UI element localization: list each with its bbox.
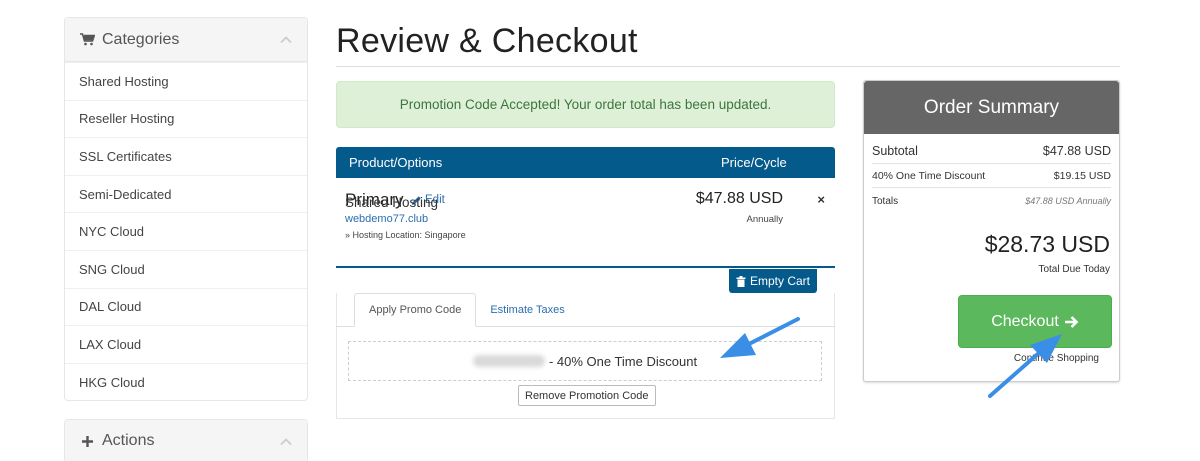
promo-discount-text: - 40% One Time Discount (548, 353, 698, 369)
trash-icon (736, 275, 746, 287)
continue-shopping-link[interactable]: Continue Shopping (1014, 353, 1099, 364)
category-dal-cloud[interactable]: DAL Cloud (65, 287, 307, 326)
item-product: Shared Hosting (345, 195, 439, 210)
totals-label: Totals (872, 195, 899, 207)
tab-estimate-taxes[interactable]: Estimate Taxes (476, 293, 578, 327)
total-due-label: Total Due Today (1038, 264, 1110, 275)
shopping-cart-icon (79, 32, 95, 48)
title-divider (336, 66, 1120, 67)
category-hkg-cloud[interactable]: HKG Cloud (65, 362, 307, 401)
chevron-up-icon[interactable] (279, 33, 293, 47)
arrow-right-icon (1064, 315, 1079, 328)
page-title: Review & Checkout (336, 22, 638, 60)
actions-title: Actions (102, 432, 155, 450)
totals-value: $47.88 USD Annually (1025, 196, 1111, 206)
categories-title: Categories (102, 30, 180, 48)
item-domain[interactable]: webdemo77.club (345, 213, 428, 225)
category-lax-cloud[interactable]: LAX Cloud (65, 325, 307, 363)
category-semi-dedicated[interactable]: Semi-Dedicated (65, 174, 307, 213)
col-price-cycle: Price/Cycle (721, 155, 787, 170)
promo-success-alert: Promotion Code Accepted! Your order tota… (336, 81, 835, 128)
tab-apply-promo-code[interactable]: Apply Promo Code (354, 293, 477, 327)
subtotal-row: Subtotal $47.88 USD (872, 139, 1111, 164)
category-reseller-hosting[interactable]: Reseller Hosting (65, 99, 307, 138)
category-ssl-certificates[interactable]: SSL Certificates (65, 137, 307, 175)
remove-item-button[interactable]: × (817, 192, 825, 207)
col-product-options: Product/Options (349, 155, 443, 170)
item-location: » Hosting Location: Singapore (345, 230, 466, 240)
alert-message: Promotion Code Accepted! Your order tota… (399, 97, 772, 112)
categories-header[interactable]: Categories (65, 18, 307, 62)
discount-row: 40% One Time Discount $19.15 USD (872, 165, 1111, 188)
category-sng-cloud[interactable]: SNG Cloud (65, 249, 307, 288)
cart-item: Primary Edit Shared Hosting webdemo77.cl… (336, 178, 835, 268)
subtotal-label: Subtotal (872, 144, 918, 158)
remove-promotion-code-button[interactable]: Remove Promotion Code (518, 385, 656, 406)
discount-label: 40% One Time Discount (872, 170, 986, 182)
applied-promo-code: - 40% One Time Discount (348, 341, 822, 381)
order-summary-title: Order Summary (864, 81, 1119, 134)
actions-header[interactable]: Actions (65, 420, 307, 461)
actions-panel: Actions (64, 419, 308, 461)
checkout-label: Checkout (991, 312, 1059, 330)
totals-row: Totals $47.88 USD Annually (872, 189, 1111, 213)
plus-icon (79, 433, 95, 449)
empty-cart-label: Empty Cart (749, 274, 810, 288)
empty-cart-button[interactable]: Empty Cart (729, 269, 817, 293)
promo-tabs: Apply Promo Code Estimate Taxes (354, 293, 579, 327)
category-nyc-cloud[interactable]: NYC Cloud (65, 212, 307, 250)
discount-value: $19.15 USD (1053, 170, 1111, 182)
checkout-button[interactable]: Checkout (958, 295, 1112, 348)
cart-header: Product/Options Price/Cycle (336, 147, 835, 178)
blurred-promo-code (472, 355, 545, 367)
order-summary: Order Summary Subtotal $47.88 USD 40% On… (863, 80, 1120, 382)
item-cycle: Annually (746, 214, 783, 225)
item-price: $47.88 USD (695, 190, 783, 207)
categories-panel: Categories Shared Hosting Reseller Hosti… (64, 17, 308, 402)
cart-table: Product/Options Price/Cycle Primary Edit… (336, 147, 835, 268)
total-due-amount: $28.73 USD (984, 231, 1110, 257)
category-shared-hosting[interactable]: Shared Hosting (65, 62, 307, 100)
sidebar: Categories Shared Hosting Reseller Hosti… (64, 17, 308, 461)
chevron-up-icon[interactable] (279, 435, 293, 449)
subtotal-value: $47.88 USD (1042, 144, 1111, 158)
